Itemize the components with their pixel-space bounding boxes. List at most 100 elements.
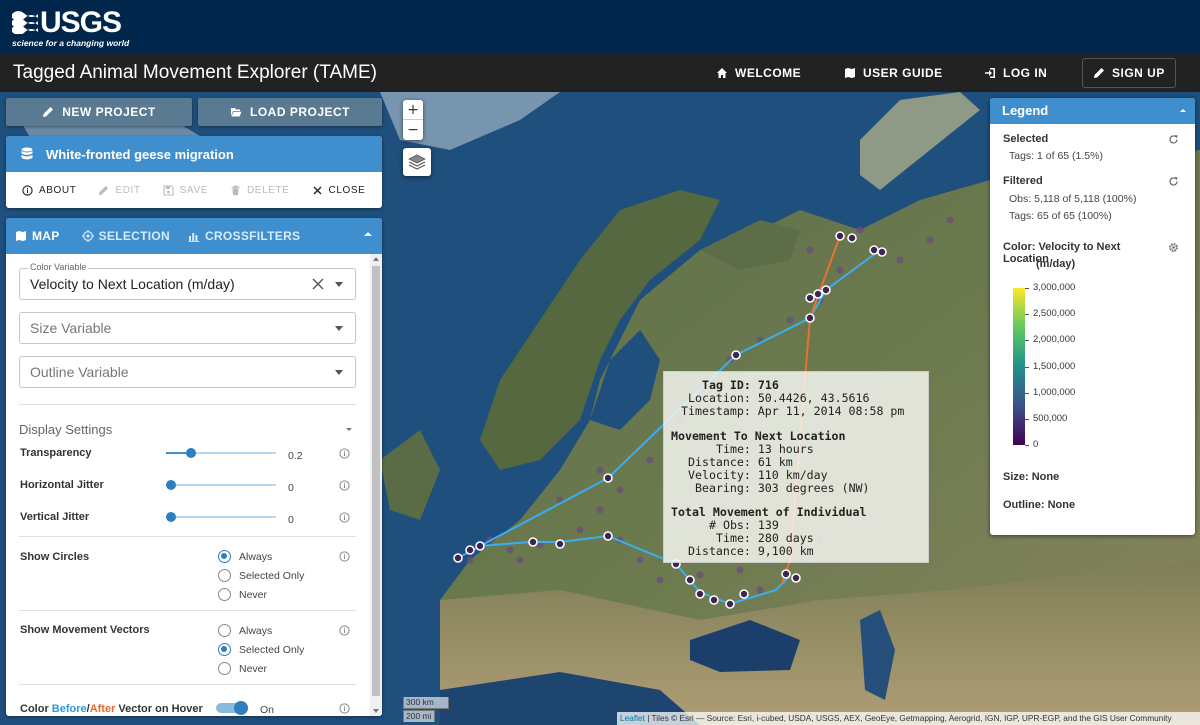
- about-label: ABOUT: [39, 184, 77, 196]
- radio-button[interactable]: [218, 643, 231, 656]
- time-value: 13 hours: [757, 442, 814, 456]
- slider-track: [166, 516, 276, 518]
- slider-handle[interactable]: [166, 512, 176, 522]
- show-vectors-never[interactable]: Never: [218, 662, 267, 675]
- help-icon[interactable]: [339, 512, 350, 523]
- colorbar-tick: [1025, 366, 1029, 368]
- sign-up-button[interactable]: SIGN UP: [1082, 58, 1176, 88]
- hover-label-before: Before: [51, 703, 87, 715]
- colorbar: [1013, 288, 1025, 445]
- edit-button[interactable]: EDIT: [98, 185, 140, 196]
- radio-button[interactable]: [218, 588, 231, 601]
- app-header: Tagged Animal Movement Explorer (TAME) W…: [0, 54, 1200, 92]
- new-project-button[interactable]: NEW PROJECT: [6, 98, 192, 126]
- settings-scrollbar[interactable]: [370, 254, 382, 716]
- help-icon[interactable]: [339, 703, 350, 714]
- log-in-label: LOG IN: [1003, 66, 1048, 80]
- display-settings-header[interactable]: Display Settings: [19, 422, 356, 437]
- vertical-jitter-slider[interactable]: [166, 511, 276, 523]
- project-card: White-fronted geese migration ABOUT EDIT…: [6, 136, 382, 208]
- refresh-icon[interactable]: [1168, 134, 1179, 145]
- load-project-button[interactable]: LOAD PROJECT: [198, 98, 382, 126]
- tab-selection[interactable]: SELECTION: [73, 218, 179, 254]
- radio-button[interactable]: [218, 662, 231, 675]
- user-guide-button[interactable]: USER GUIDE: [834, 59, 953, 87]
- zoom-out-button[interactable]: −: [403, 120, 423, 140]
- toggle-handle[interactable]: [234, 701, 248, 715]
- load-project-label: LOAD PROJECT: [249, 105, 350, 119]
- leaflet-link[interactable]: Leaflet: [620, 713, 645, 723]
- colorbar-tick: [1025, 418, 1029, 420]
- save-button[interactable]: SAVE: [163, 185, 208, 196]
- help-icon[interactable]: [339, 448, 350, 459]
- radio-button[interactable]: [218, 624, 231, 637]
- tooltip-total-distance: Distance: 9,100 km: [688, 545, 814, 558]
- help-icon[interactable]: [339, 551, 350, 562]
- distance-value: 61 km: [757, 455, 793, 469]
- outline-variable-select[interactable]: Outline Variable: [19, 356, 356, 388]
- welcome-label: WELCOME: [735, 66, 802, 80]
- show-vectors-always[interactable]: Always: [218, 624, 272, 637]
- size-variable-select[interactable]: Size Variable: [19, 312, 356, 344]
- colorbar-tick: [1025, 392, 1029, 394]
- log-in-button[interactable]: LOG IN: [974, 59, 1057, 87]
- divider: [19, 536, 356, 537]
- collapse-caret-icon[interactable]: [364, 232, 372, 236]
- settings-card: MAP SELECTION CROSSFILTERS Color Variabl…: [6, 218, 382, 716]
- tab-map-label: MAP: [32, 229, 60, 243]
- tooltip-location: Location: 50.4426, 43.5616: [688, 392, 870, 405]
- layers-button[interactable]: [403, 148, 431, 176]
- trash-icon: [231, 185, 240, 195]
- legend-header[interactable]: Legend: [990, 98, 1195, 124]
- hover-label-post: Vector on Hover: [115, 703, 203, 715]
- tag-id-value: 716: [757, 378, 779, 392]
- show-circles-always[interactable]: Always: [218, 550, 272, 563]
- legend-color-title: Color: Velocity to Next Location: [1003, 241, 1121, 265]
- show-vectors-selected-only[interactable]: Selected Only: [218, 643, 304, 656]
- show-circles-selected-only[interactable]: Selected Only: [218, 569, 304, 582]
- scrollbar-thumb[interactable]: [372, 266, 380, 696]
- map-settings: Color Variable Velocity to Next Location…: [6, 254, 370, 716]
- slider-handle[interactable]: [186, 448, 196, 458]
- tooltip-total-header: Total Movement of Individual: [671, 505, 867, 519]
- clear-icon[interactable]: [311, 277, 325, 291]
- project-name: White-fronted geese migration: [46, 146, 234, 162]
- tab-crossfilters[interactable]: CROSSFILTERS: [179, 218, 309, 254]
- colorbar-tick-label: 1,000,000: [1033, 386, 1076, 398]
- chevron-down-icon: [346, 428, 352, 431]
- bearing-value: 303 degrees (NW): [757, 481, 870, 495]
- gear-icon[interactable]: [1168, 242, 1179, 253]
- hover-color-toggle[interactable]: [216, 701, 248, 715]
- floppy-icon: [163, 184, 174, 196]
- bearing-label: Bearing:: [695, 481, 751, 495]
- transparency-slider[interactable]: [166, 447, 276, 459]
- collapse-caret-icon[interactable]: [1180, 109, 1186, 112]
- vertical-jitter-label: Vertical Jitter: [20, 511, 90, 523]
- show-circles-never[interactable]: Never: [218, 588, 267, 601]
- radio-label: Always: [239, 550, 273, 563]
- pencil-icon: [1094, 68, 1104, 78]
- delete-button[interactable]: DELETE: [230, 185, 290, 196]
- tab-map[interactable]: MAP: [6, 218, 69, 254]
- color-variable-select[interactable]: Color Variable Velocity to Next Location…: [19, 262, 356, 300]
- zoom-in-button[interactable]: +: [403, 100, 423, 120]
- help-icon[interactable]: [339, 625, 350, 636]
- tab-bar: MAP SELECTION CROSSFILTERS: [6, 218, 382, 254]
- scale-mi: 200 mi: [403, 710, 435, 722]
- refresh-icon[interactable]: [1168, 176, 1179, 187]
- radio-button[interactable]: [218, 550, 231, 563]
- colorbar-tick: [1025, 445, 1029, 446]
- close-button[interactable]: CLOSE: [312, 185, 366, 196]
- slider-handle[interactable]: [166, 480, 176, 490]
- user-guide-label: USER GUIDE: [863, 66, 943, 80]
- radio-button[interactable]: [218, 569, 231, 582]
- horizontal-jitter-slider[interactable]: [166, 479, 276, 491]
- about-button[interactable]: ABOUT: [22, 185, 76, 196]
- help-icon[interactable]: [339, 480, 350, 491]
- project-actions: ABOUT EDIT SAVE DELETE CLOSE: [6, 172, 382, 208]
- slider-track: [166, 484, 276, 486]
- distance-label: Distance:: [688, 455, 751, 469]
- scroll-down-arrow-icon[interactable]: [373, 709, 379, 713]
- scroll-up-arrow-icon[interactable]: [373, 257, 379, 261]
- welcome-button[interactable]: WELCOME: [706, 59, 811, 87]
